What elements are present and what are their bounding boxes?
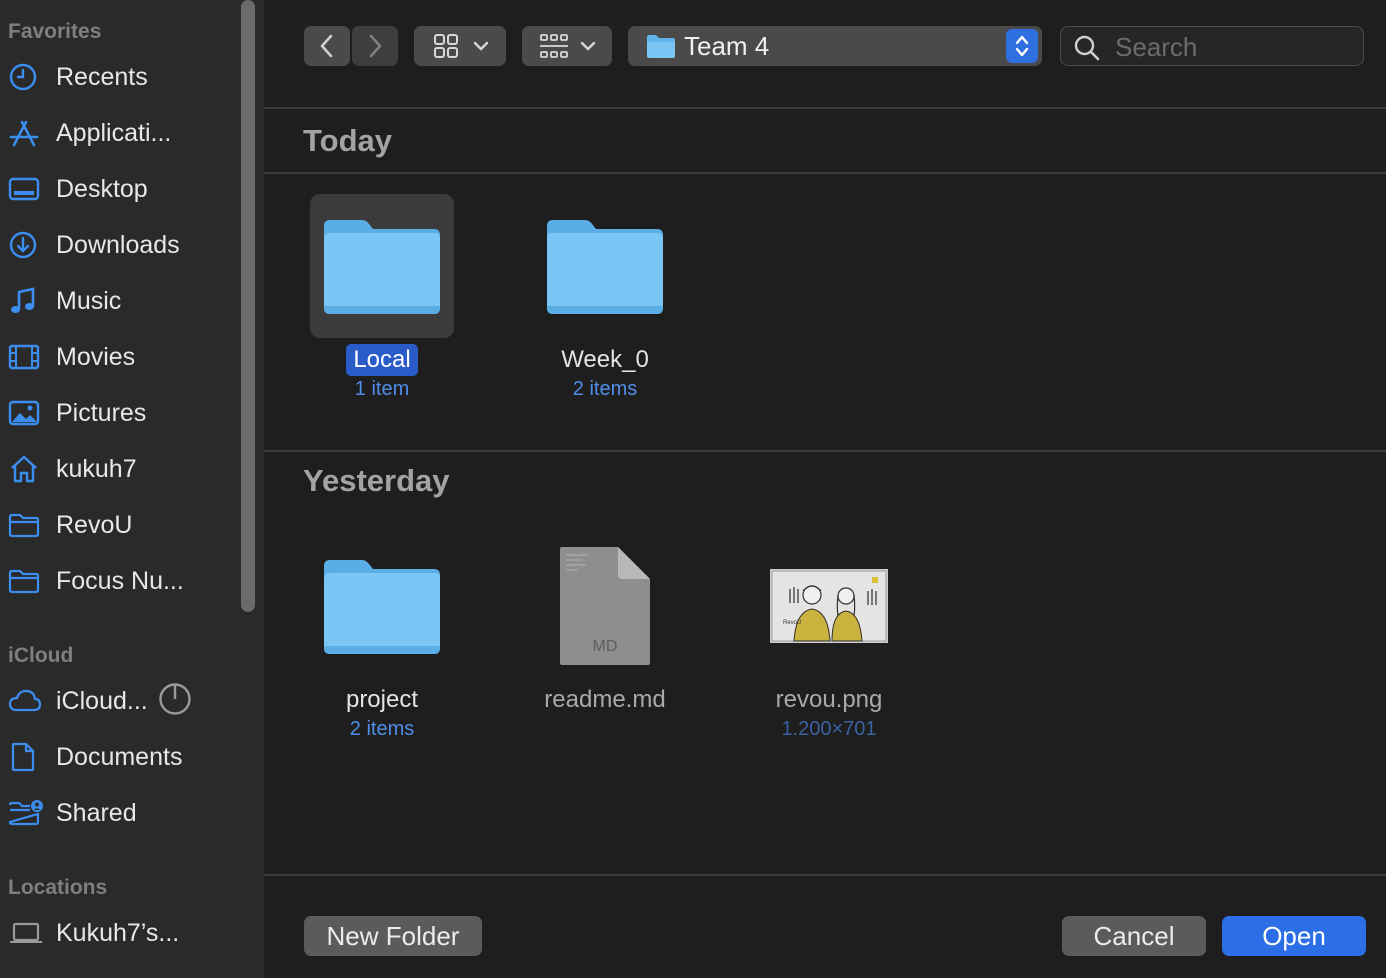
icon-view-icon <box>434 34 458 58</box>
chevron-down-icon <box>473 41 489 51</box>
sidebar-item-label: Pictures <box>56 398 147 427</box>
cancel-button[interactable]: Cancel <box>1062 916 1206 956</box>
sidebar-item-movies[interactable]: Movies <box>8 334 236 380</box>
sidebar-item-focus[interactable]: Focus Nu... <box>8 558 236 604</box>
applications-icon <box>8 116 48 150</box>
desktop-icon <box>8 172 48 206</box>
scrollbar-thumb[interactable] <box>241 0 255 612</box>
sidebar-item-shared[interactable]: Shared <box>8 790 236 836</box>
folder-icon <box>310 534 454 678</box>
divider <box>264 107 1386 109</box>
favorites-heading: Favorites <box>8 20 102 43</box>
file-subtitle: 1 item <box>354 378 410 400</box>
view-mode-button[interactable] <box>414 26 506 66</box>
forward-button[interactable] <box>352 26 398 66</box>
open-button[interactable]: Open <box>1222 916 1366 956</box>
sidebar-item-label: RevoU <box>56 510 133 539</box>
folder-icon <box>646 33 676 64</box>
document-icon <box>8 740 48 774</box>
folder-icon <box>8 564 48 598</box>
group-title-yesterday: Yesterday <box>303 463 450 498</box>
folder-icon <box>310 194 454 338</box>
sidebar-item-desktop[interactable]: Desktop <box>8 166 236 212</box>
chevron-left-icon <box>320 34 333 58</box>
sidebar-item-label: iCloud... <box>56 686 148 715</box>
file-name: readme.md <box>544 686 666 713</box>
file-subtitle: 1.200×701 <box>781 718 877 740</box>
icloud-heading: iCloud <box>8 644 74 667</box>
group-view-icon <box>540 34 568 58</box>
file-name: Week_0 <box>561 346 649 373</box>
file-name: Local <box>346 344 418 376</box>
photo-icon <box>8 396 48 430</box>
search-icon <box>1073 34 1101 67</box>
file-item-week0[interactable]: Week_0 2 items <box>520 194 690 402</box>
chevron-down-icon <box>580 41 596 51</box>
people-illustration-icon <box>770 569 888 643</box>
file-subtitle: 2 items <box>572 378 638 400</box>
path-popup-label: Team 4 <box>684 31 770 61</box>
sidebar-item-label: Recents <box>56 62 148 91</box>
chevron-right-icon <box>369 34 382 58</box>
file-item-revou-png[interactable]: RevoU revou.png 1.200×701 <box>744 534 914 742</box>
file-item-readme[interactable]: MD readme.md <box>520 534 690 716</box>
file-name: revou.png <box>775 686 883 713</box>
divider <box>264 874 1386 876</box>
search-field[interactable] <box>1060 26 1364 66</box>
divider <box>264 450 1386 452</box>
image-caption: RevoU <box>783 620 802 626</box>
divider <box>264 172 1386 174</box>
clock-icon <box>8 60 48 94</box>
sidebar-item-computer[interactable]: Kukuh7’s... <box>8 910 236 956</box>
sidebar-item-music[interactable]: Music <box>8 278 236 324</box>
sidebar-item-icloud-drive[interactable]: iCloud... <box>8 678 236 724</box>
laptop-icon <box>8 916 48 950</box>
sidebar-item-label: Music <box>56 286 122 315</box>
shared-folder-icon <box>8 796 48 830</box>
sidebar: Favorites Recents Applicati... Desktop D… <box>0 0 264 978</box>
up-down-chevron-icon <box>1006 29 1038 63</box>
sidebar-item-label: Shared <box>56 798 137 827</box>
sidebar-item-label: Movies <box>56 342 136 371</box>
file-type-badge: MD <box>592 638 618 655</box>
music-note-icon <box>8 284 48 318</box>
sidebar-item-label: Downloads <box>56 230 180 259</box>
film-icon <box>8 340 48 374</box>
sidebar-item-label: Desktop <box>56 174 148 203</box>
sidebar-item-label: Applicati... <box>56 118 172 147</box>
search-input[interactable] <box>1113 31 1357 63</box>
sidebar-item-recents[interactable]: Recents <box>8 54 236 100</box>
sidebar-item-label: Kukuh7’s... <box>56 918 180 947</box>
sidebar-item-home[interactable]: kukuh7 <box>8 446 236 492</box>
sidebar-item-pictures[interactable]: Pictures <box>8 390 236 436</box>
sidebar-item-label: Documents <box>56 742 183 771</box>
sidebar-item-downloads[interactable]: Downloads <box>8 222 236 268</box>
cloud-icon <box>8 684 48 718</box>
group-by-button[interactable] <box>522 26 612 66</box>
sidebar-item-applications[interactable]: Applicati... <box>8 110 236 156</box>
group-title-today: Today <box>303 123 392 158</box>
sidebar-item-label: Focus Nu... <box>56 566 184 595</box>
file-subtitle: 2 items <box>349 718 415 740</box>
file-item-local[interactable]: Local 1 item <box>297 194 467 402</box>
locations-heading: Locations <box>8 876 108 899</box>
sidebar-scrollbar[interactable] <box>240 0 256 618</box>
sidebar-item-documents[interactable]: Documents <box>8 734 236 780</box>
file-item-project[interactable]: project 2 items <box>297 534 467 742</box>
home-icon <box>8 452 48 486</box>
document-icon: MD <box>533 534 677 678</box>
image-thumbnail: RevoU <box>757 534 901 678</box>
file-name: project <box>345 686 419 713</box>
path-popup[interactable]: Team 4 <box>628 26 1042 66</box>
sync-progress-icon <box>158 682 192 721</box>
new-folder-button[interactable]: New Folder <box>304 916 482 956</box>
folder-icon <box>8 508 48 542</box>
back-button[interactable] <box>304 26 350 66</box>
folder-icon <box>533 194 677 338</box>
sidebar-item-label: kukuh7 <box>56 454 137 483</box>
download-icon <box>8 228 48 262</box>
sidebar-item-revou[interactable]: RevoU <box>8 502 236 548</box>
